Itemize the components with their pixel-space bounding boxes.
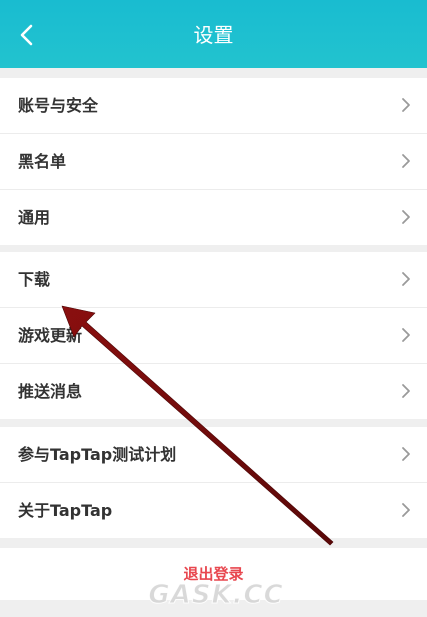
settings-item-general[interactable]: 通用 [0,190,427,245]
settings-item-blacklist[interactable]: 黑名单 [0,134,427,190]
settings-item-game-updates[interactable]: 游戏更新 [0,308,427,364]
settings-item-account-security[interactable]: 账号与安全 [0,78,427,134]
settings-item-about[interactable]: 关于TapTap [0,483,427,538]
chevron-right-icon [402,272,410,286]
settings-item-label: 参与TapTap测试计划 [18,445,177,464]
chevron-right-icon [402,447,410,461]
settings-item-label: 游戏更新 [18,326,83,345]
settings-item-label: 通用 [18,208,51,227]
logout-section: 退出登录 [0,548,427,600]
settings-group-account: 账号与安全 黑名单 通用 [0,78,427,245]
chevron-right-icon [402,210,410,224]
settings-item-label: 推送消息 [18,382,83,401]
settings-item-label: 关于TapTap [18,501,113,520]
settings-item-push-notifications[interactable]: 推送消息 [0,364,427,419]
settings-item-label: 账号与安全 [18,96,99,115]
settings-item-download[interactable]: 下载 [0,252,427,308]
settings-item-label: 黑名单 [18,152,67,171]
chevron-right-icon [402,154,410,168]
page-title: 设置 [193,23,234,47]
settings-group-about: 参与TapTap测试计划 关于TapTap [0,427,427,538]
settings-group-downloads: 下载 游戏更新 推送消息 [0,252,427,419]
app-header: 设置 [0,0,427,68]
logout-button[interactable]: 退出登录 [0,548,427,600]
chevron-right-icon [402,98,410,112]
chevron-right-icon [402,384,410,398]
chevron-right-icon [402,328,410,342]
chevron-right-icon [402,503,410,517]
settings-item-beta-program[interactable]: 参与TapTap测试计划 [0,427,427,483]
settings-item-label: 下载 [18,270,51,289]
